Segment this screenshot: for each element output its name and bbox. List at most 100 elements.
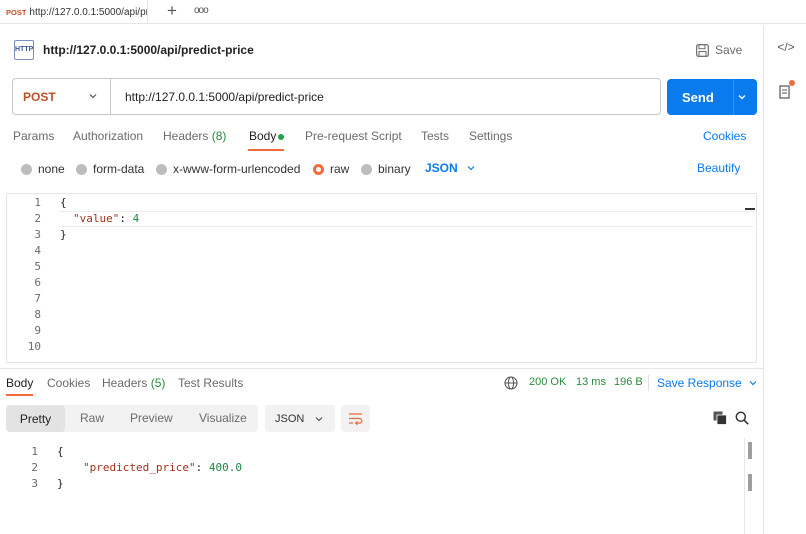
response-tab-body[interactable]: Body [6, 376, 33, 390]
line-number: 9 [34, 324, 41, 337]
body-format-value: JSON [425, 161, 458, 175]
send-button[interactable]: Send [667, 79, 757, 115]
active-tab-indicator [248, 149, 284, 151]
body-modified-dot [278, 134, 284, 140]
line-number: 8 [34, 308, 41, 321]
divider [648, 375, 649, 391]
right-sidebar [763, 25, 806, 534]
cookies-link[interactable]: Cookies [703, 129, 746, 143]
response-time[interactable]: 13 ms [576, 376, 606, 388]
method-value: POST [23, 89, 56, 104]
save-response-button[interactable]: Save Response [657, 376, 758, 390]
code-line: } [60, 228, 67, 241]
tab-body[interactable]: Body [249, 129, 276, 143]
tab-authorization[interactable]: Authorization [73, 129, 143, 143]
radio-circle [21, 163, 32, 175]
radio-label: raw [330, 162, 350, 176]
radio-urlencoded[interactable]: x-www-form-urlencoded [156, 161, 300, 177]
url-input[interactable]: http://127.0.0.1:5000/api/predict-price [110, 78, 661, 115]
json-key: "value" [73, 212, 120, 225]
scrollbar-marker[interactable] [748, 474, 752, 491]
response-tab-headers[interactable]: Headers (5) [102, 376, 165, 390]
radio-label: binary [378, 162, 411, 176]
http-request-icon: HTTP [14, 40, 34, 60]
notification-dot [789, 80, 795, 86]
response-size[interactable]: 196 B [614, 376, 643, 388]
tab-pre-request-script[interactable]: Pre-request Script [305, 129, 402, 143]
view-raw-button[interactable]: Raw [80, 411, 104, 425]
radio-circle [156, 163, 167, 175]
editor-scrollbar[interactable] [745, 208, 755, 210]
tab-params[interactable]: Params [13, 129, 54, 143]
radio-label: form-data [93, 162, 145, 176]
send-label: Send [682, 89, 714, 105]
code-snippet-icon[interactable]: </> [776, 40, 796, 58]
json-colon: : [195, 461, 209, 474]
body-format-select[interactable]: JSON [425, 161, 476, 175]
line-number: 2 [31, 461, 38, 474]
code-line: { [57, 445, 64, 458]
new-tab-plus-icon[interactable]: + [164, 2, 180, 20]
tab-url: http://127.0.0.1:5000/api/predict-price [29, 6, 147, 18]
json-key: "predicted_price" [83, 461, 196, 474]
chevron-down-icon [89, 94, 97, 99]
scrollbar-marker[interactable] [748, 442, 752, 459]
code-line: } [57, 477, 64, 490]
send-divider [733, 79, 734, 115]
chevron-down-icon [749, 381, 757, 386]
radio-circle-selected [313, 163, 324, 175]
request-title[interactable]: http://127.0.0.1:5000/api/predict-price [43, 43, 254, 57]
response-tab-test-results[interactable]: Test Results [178, 376, 243, 390]
response-format-value: JSON [275, 412, 305, 425]
code-line: "value": 4 [73, 212, 139, 225]
view-pretty-button[interactable]: Pretty [6, 405, 65, 432]
radio-label: x-www-form-urlencoded [173, 162, 301, 176]
active-tab-indicator [6, 394, 33, 396]
response-status[interactable]: 200 OK [529, 376, 566, 388]
response-headers-count: (5) [150, 376, 166, 390]
line-number: 4 [34, 244, 41, 257]
tab-headers-label: Headers [163, 129, 209, 143]
chevron-down-icon [467, 166, 475, 171]
json-value: 400.0 [208, 461, 242, 474]
radio-none[interactable]: none [21, 161, 65, 177]
radio-binary[interactable]: binary [361, 161, 411, 177]
response-scroll-track [744, 438, 745, 534]
tab-settings[interactable]: Settings [469, 129, 512, 143]
chevron-down-icon [315, 416, 323, 421]
view-preview-button[interactable]: Preview [130, 411, 173, 425]
code-line: "predicted_price": 400.0 [83, 461, 242, 474]
send-options-chevron-icon[interactable] [737, 92, 747, 102]
line-number: 6 [34, 276, 41, 289]
active-line-highlight [59, 211, 754, 227]
wrap-lines-icon [349, 413, 363, 425]
save-label: Save [715, 43, 743, 57]
line-number: 7 [34, 292, 41, 305]
more-tabs-icon[interactable]: ooo [194, 4, 212, 18]
save-button[interactable]: Save [696, 42, 746, 58]
headers-count: (8) [211, 129, 227, 143]
line-number: 5 [34, 260, 41, 273]
radio-raw[interactable]: raw [313, 161, 349, 177]
line-number: 2 [34, 212, 41, 225]
line-number: 1 [31, 445, 38, 458]
radio-form-data[interactable]: form-data [76, 161, 144, 177]
tab-tests[interactable]: Tests [421, 129, 449, 143]
documentation-icon[interactable] [779, 84, 793, 100]
view-visualize-button[interactable]: Visualize [199, 411, 247, 425]
request-body-editor[interactable]: 1 2 3 4 5 6 7 8 9 10 { "value": 4 } [6, 193, 757, 363]
wrap-lines-button[interactable] [341, 405, 370, 432]
json-colon: : [119, 212, 133, 225]
globe-icon[interactable] [504, 376, 518, 390]
response-divider[interactable] [0, 368, 763, 369]
search-icon[interactable] [735, 411, 749, 425]
copy-icon[interactable] [713, 411, 727, 425]
save-response-label: Save Response [657, 376, 742, 390]
json-value: 4 [132, 212, 140, 225]
tab-headers[interactable]: Headers (8) [163, 129, 226, 143]
tab-method: POST [6, 7, 27, 17]
beautify-button[interactable]: Beautify [697, 161, 740, 175]
response-format-select[interactable]: JSON [265, 405, 335, 432]
response-tab-cookies[interactable]: Cookies [47, 376, 90, 390]
request-tab[interactable]: POST http://127.0.0.1:5000/api/predict-p… [0, 0, 148, 24]
